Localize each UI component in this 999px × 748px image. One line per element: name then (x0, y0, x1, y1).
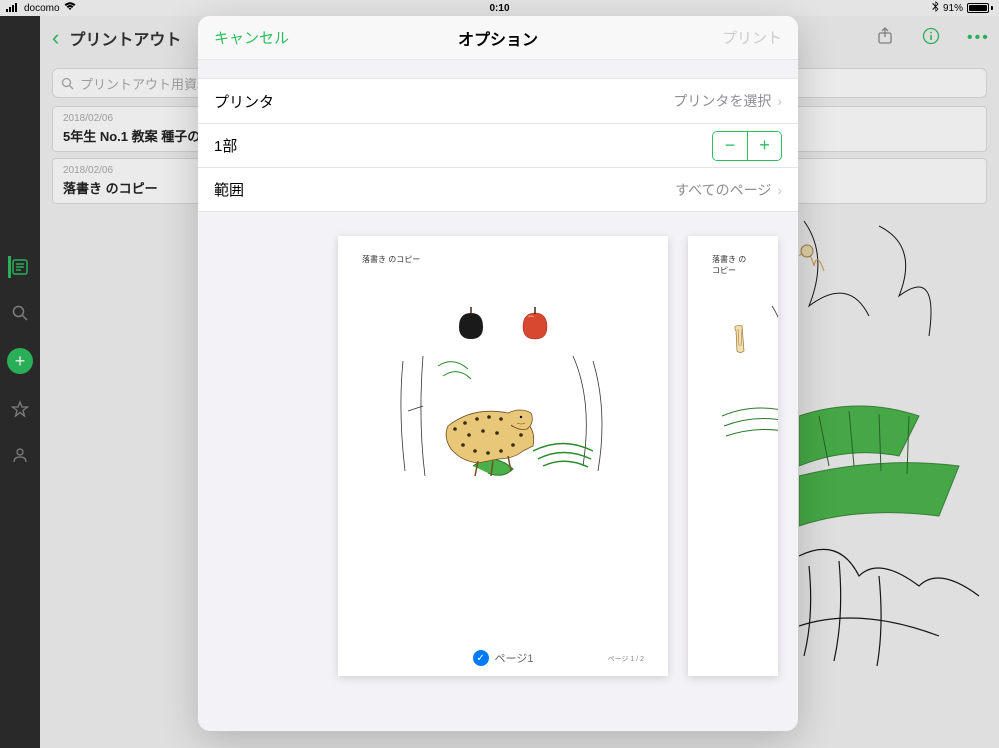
increment-button[interactable]: + (747, 132, 781, 160)
page-selected-check-icon[interactable]: ✓ (473, 650, 489, 666)
decrement-button[interactable]: − (713, 132, 747, 160)
copies-stepper: − + (712, 131, 782, 161)
copies-row: 1部 − + (198, 123, 798, 167)
preview-page-1[interactable]: 落書き のコピー (338, 236, 668, 676)
sketch-content-2 (712, 296, 778, 496)
print-options-modal: キャンセル オプション プリント プリンタ プリンタを選択 › 1部 − + 範… (198, 16, 798, 731)
apple-red-icon (518, 305, 552, 341)
jungle-sketch (393, 351, 613, 491)
preview-doc-title: 落書き のコピー (362, 254, 644, 265)
preview-page-2[interactable]: 落書き のコピー (688, 236, 778, 676)
preview-doc-title: 落書き のコピー (712, 254, 754, 276)
chevron-right-icon: › (777, 93, 782, 109)
sketch-content (362, 305, 644, 491)
printer-label: プリンタ (214, 91, 673, 112)
range-value: すべてのページ (675, 180, 771, 200)
print-preview[interactable]: 落書き のコピー (198, 212, 798, 731)
cancel-button[interactable]: キャンセル (214, 27, 289, 48)
apple-black-icon (454, 305, 488, 341)
print-settings: プリンタ プリンタを選択 › 1部 − + 範囲 すべてのページ › (198, 78, 798, 212)
page-label: ページ1 (495, 650, 534, 666)
range-label: 範囲 (214, 179, 675, 200)
modal-title: オプション (458, 26, 538, 50)
page-footer: ✓ ページ1 (338, 650, 668, 666)
printer-row[interactable]: プリンタ プリンタを選択 › (198, 79, 798, 123)
chevron-right-icon: › (777, 182, 782, 198)
modal-header: キャンセル オプション プリント (198, 16, 798, 60)
printer-value: プリンタを選択 (673, 91, 771, 111)
range-row[interactable]: 範囲 すべてのページ › (198, 167, 798, 211)
print-button[interactable]: プリント (722, 27, 782, 48)
copies-label: 1部 (214, 135, 712, 156)
